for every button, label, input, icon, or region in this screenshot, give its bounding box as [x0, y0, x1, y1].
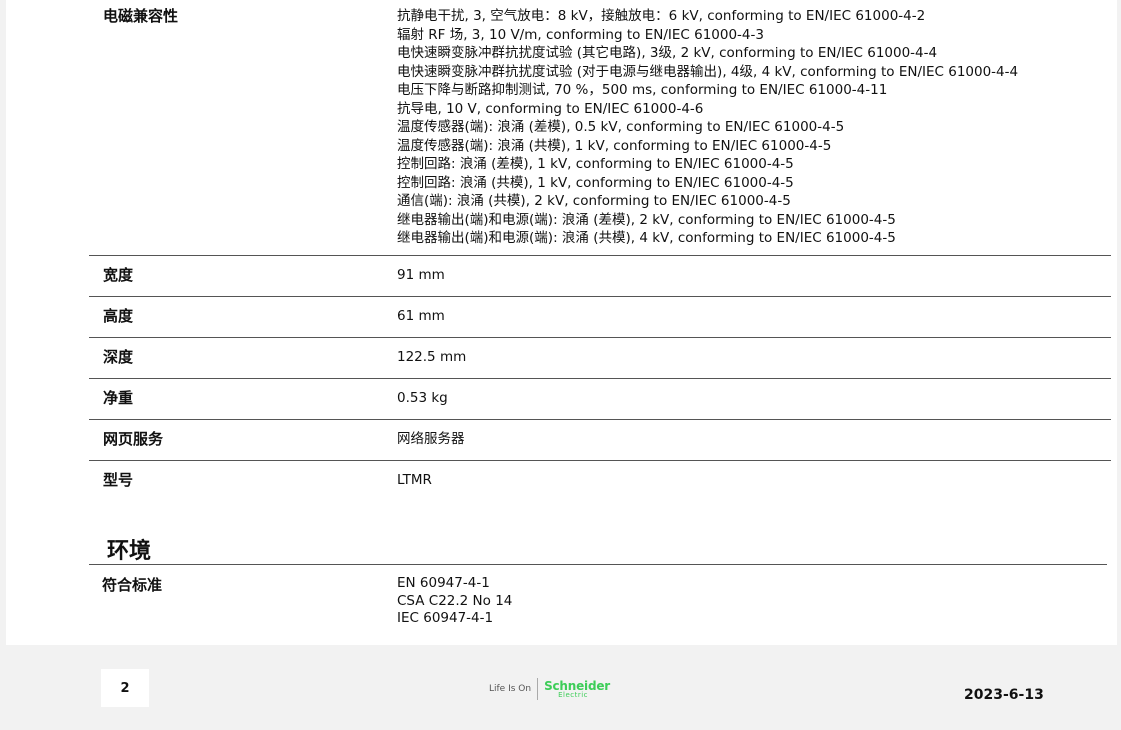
spec-label: 电磁兼容性	[103, 7, 179, 25]
brand-name: Schneider	[544, 678, 611, 693]
spec-value: 61 mm	[397, 308, 445, 324]
spec-row-emc: 电磁兼容性 抗静电干扰, 3, 空气放电：8 kV，接触放电：6 kV, con…	[89, 0, 1111, 256]
spec-label: 净重	[103, 389, 134, 407]
spec-row-net-weight: 净重 0.53 kg	[89, 379, 1111, 420]
spec-row-height: 高度 61 mm	[89, 297, 1111, 338]
section-title-environment: 环境	[107, 539, 152, 564]
spec-label: 深度	[103, 348, 134, 366]
brand-separator	[537, 678, 539, 700]
spec-row-web-service: 网页服务 网络服务器	[89, 420, 1111, 461]
spec-value-list: 抗静电干扰, 3, 空气放电：8 kV，接触放电：6 kV, conformin…	[397, 7, 1018, 248]
spec-table: 电磁兼容性 抗静电干扰, 3, 空气放电：8 kV，接触放电：6 kV, con…	[89, 0, 1111, 501]
footer-date: 2023-6-13	[964, 687, 1044, 703]
spec-row-depth: 深度 122.5 mm	[89, 338, 1111, 379]
spec-value: 91 mm	[397, 267, 445, 283]
spec-value: 网络服务器	[397, 431, 465, 447]
spec-value-line: 控制回路: 浪涌 (差模), 1 kV, conforming to EN/IE…	[397, 156, 794, 172]
spec-value-line: 控制回路: 浪涌 (共模), 1 kV, conforming to EN/IE…	[397, 174, 794, 191]
spec-row-width: 宽度 91 mm	[89, 256, 1111, 297]
brand-sub: Electric	[558, 690, 589, 699]
spec-value: 122.5 mm	[397, 349, 467, 365]
page-footer: 2 Life Is On Schneider Electric 2023-6-1…	[0, 645, 1121, 730]
spec-value-line: 电压下降与断路抑制测试, 70 %，500 ms, conforming to …	[397, 82, 888, 98]
spec-row-standards: 符合标准 EN 60947-4-1 CSA C22.2 No 14 IEC 60…	[89, 566, 1107, 636]
spec-label: 网页服务	[103, 430, 164, 448]
spec-label: 型号	[103, 471, 134, 489]
spec-value-line: 温度传感器(端): 浪涌 (共模), 1 kV, conforming to E…	[397, 137, 832, 154]
spec-value: LTMR	[397, 472, 432, 488]
spec-value-line: 辐射 RF 场, 3, 10 V/m, conforming to EN/IEC…	[397, 26, 764, 43]
spec-label: 符合标准	[102, 576, 163, 594]
spec-value-line: 电快速瞬变脉冲群抗扰度试验 (对于电源与继电器输出), 4级, 4 kV, co…	[397, 63, 1019, 80]
spec-value-line: CSA C22.2 No 14	[397, 592, 513, 609]
spec-value-line: 抗导电, 10 V, conforming to EN/IEC 61000-4-…	[397, 100, 704, 117]
spec-row-model: 型号 LTMR	[89, 461, 1111, 501]
spec-value-line: 抗静电干扰, 3, 空气放电：8 kV，接触放电：6 kV, conformin…	[397, 8, 926, 24]
schneider-logo-icon: Schneider Electric	[544, 680, 610, 699]
page-number: 2	[101, 669, 149, 707]
document-page: 电磁兼容性 抗静电干扰, 3, 空气放电：8 kV，接触放电：6 kV, con…	[6, 0, 1117, 645]
brand-tagline: Life Is On	[489, 684, 532, 694]
section-divider	[89, 564, 1107, 565]
spec-value-list: EN 60947-4-1 CSA C22.2 No 14 IEC 60947-4…	[397, 575, 512, 628]
spec-value-line: 电快速瞬变脉冲群抗扰度试验 (其它电路), 3级, 2 kV, conformi…	[397, 45, 938, 61]
spec-value-line: 继电器输出(端)和电源(端): 浪涌 (差模), 2 kV, conformin…	[397, 211, 896, 228]
spec-label: 高度	[103, 307, 134, 325]
spec-value-line: 温度传感器(端): 浪涌 (差模), 0.5 kV, conforming to…	[397, 119, 845, 135]
spec-value: 0.53 kg	[397, 390, 448, 406]
spec-value-line: EN 60947-4-1	[397, 575, 490, 591]
spec-label: 宽度	[103, 266, 134, 284]
brand-logo: Life Is On Schneider Electric	[489, 677, 610, 701]
spec-value-line: 通信(端): 浪涌 (共模), 2 kV, conforming to EN/I…	[397, 193, 791, 209]
spec-value-line: IEC 60947-4-1	[397, 610, 494, 626]
spec-value-line: 继电器输出(端)和电源(端): 浪涌 (共模), 4 kV, conformin…	[397, 230, 896, 246]
